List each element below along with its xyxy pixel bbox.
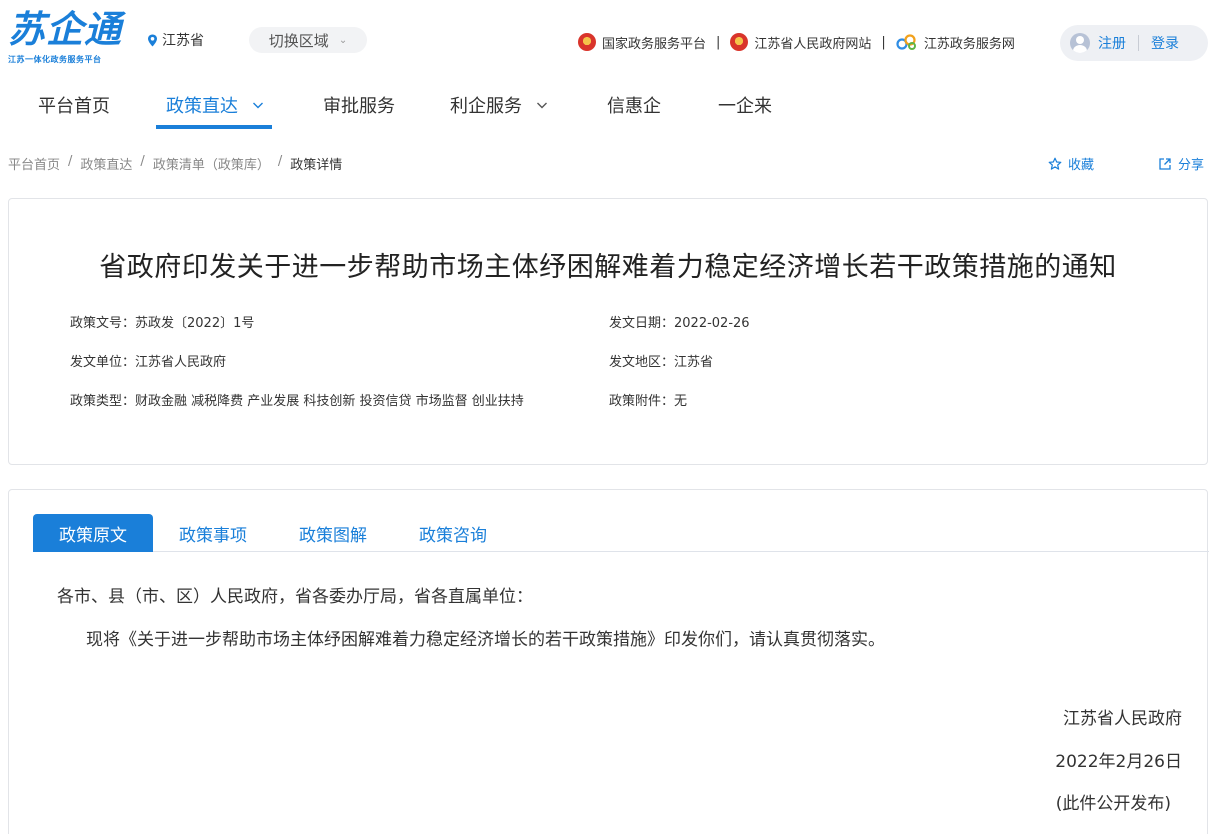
nav-item-home[interactable]: 平台首页 xyxy=(38,92,110,118)
link-separator: | xyxy=(881,34,886,50)
nav-item-approval[interactable]: 审批服务 xyxy=(323,92,395,118)
nav-label: 政策直达 xyxy=(166,96,238,117)
nav-item-policy[interactable]: 政策直达 xyxy=(166,92,264,118)
document-paragraph: 现将《关于进一步帮助市场主体纾困解难着力稳定经济增长的若干政策措施》印发你们，请… xyxy=(86,630,885,650)
chevron-down-icon: ⌄ xyxy=(338,34,348,46)
meta-value: 苏政发〔2022〕1号 xyxy=(135,316,255,331)
meta-value: 财政金融 减税降费 产业发展 科技创新 投资信贷 市场监督 创业扶持 xyxy=(135,394,524,409)
nav-label: 一企来 xyxy=(718,96,772,117)
auth-divider xyxy=(1138,35,1139,51)
national-emblem-icon xyxy=(730,33,749,51)
link-provincial-gov[interactable]: 江苏省人民政府网站 xyxy=(730,33,871,52)
policy-area: 发文地区：江苏省 xyxy=(609,351,713,370)
meta-label: 发文单位： xyxy=(70,355,136,370)
external-links: 国家政务服务平台 | 江苏省人民政府网站 | 江苏政务服务网 xyxy=(578,31,1015,53)
document-sign-date: 2022年2月26日 xyxy=(1055,752,1182,772)
nav-active-underline xyxy=(156,125,272,129)
share-button[interactable]: 分享 xyxy=(1158,154,1204,173)
star-icon xyxy=(1048,157,1062,170)
nav-item-xinhuiqi[interactable]: 信惠企 xyxy=(607,92,661,118)
tab-policy-items[interactable]: 政策事项 xyxy=(153,514,273,552)
link-label: 江苏省人民政府网站 xyxy=(754,36,872,52)
national-emblem-icon xyxy=(578,33,596,51)
chevron-down-icon xyxy=(253,102,263,109)
tab-label: 政策咨询 xyxy=(419,525,487,546)
tab-policy-consult[interactable]: 政策咨询 xyxy=(393,514,513,552)
link-separator: | xyxy=(716,34,721,50)
nav-label: 信惠企 xyxy=(607,96,661,117)
nav-item-yiqilai[interactable]: 一企来 xyxy=(718,92,772,118)
document-signature: 江苏省人民政府 xyxy=(1063,709,1182,729)
register-link[interactable]: 注册 xyxy=(1098,33,1126,53)
top-bar: 苏企通 江苏一体化政务服务平台 江苏省 切换区域 ⌄ 国家政务服务平台 | 江苏… xyxy=(0,0,1218,80)
breadcrumb-item-home[interactable]: 平台首页 xyxy=(8,154,60,173)
meta-value: 江苏省 xyxy=(674,355,714,370)
user-avatar-icon xyxy=(1070,33,1090,53)
breadcrumb-item-policy-list[interactable]: 政策清单（政策库） xyxy=(153,154,270,173)
tab-policy-original[interactable]: 政策原文 xyxy=(33,514,153,552)
link-label: 国家政务服务平台 xyxy=(602,36,707,52)
tab-label: 政策事项 xyxy=(179,525,247,546)
location-pin-icon xyxy=(148,34,157,46)
logo-subtitle: 江苏一体化政务服务平台 xyxy=(8,55,102,64)
policy-type: 政策类型：财政金融 减税降费 产业发展 科技创新 投资信贷 市场监督 创业扶持 xyxy=(70,390,524,409)
policy-content-card: 政策原文 政策事项 政策图解 政策咨询 各市、县（市、区）人民政府，省各委办厅局… xyxy=(8,489,1209,834)
nav-label: 平台首页 xyxy=(38,96,110,117)
favorite-label: 收藏 xyxy=(1068,158,1095,173)
meta-label: 政策类型： xyxy=(70,394,136,409)
link-label: 江苏政务服务网 xyxy=(923,36,1015,52)
nav-label: 利企服务 xyxy=(450,96,522,117)
breadcrumb-separator: / xyxy=(140,154,145,169)
current-region: 江苏省 xyxy=(147,30,204,50)
switch-region-label: 切换区域 xyxy=(268,31,329,50)
nav-label: 审批服务 xyxy=(323,96,395,117)
breadcrumb: 平台首页 / 政策直达 / 政策清单（政策库） / 政策详情 xyxy=(8,154,342,173)
switch-region-button[interactable]: 切换区域 ⌄ xyxy=(249,27,367,53)
gov-service-logo-icon xyxy=(896,34,916,50)
nav-item-enterprise-service[interactable]: 利企服务 xyxy=(450,92,548,118)
meta-label: 发文地区： xyxy=(609,355,675,370)
breadcrumb-item-policy[interactable]: 政策直达 xyxy=(80,154,132,173)
login-link[interactable]: 登录 xyxy=(1151,33,1179,53)
site-logo[interactable]: 苏企通 江苏一体化政务服务平台 xyxy=(8,8,130,66)
policy-doc-number: 政策文号：苏政发〔2022〕1号 xyxy=(70,312,254,331)
policy-issue-date: 发文日期：2022-02-26 xyxy=(609,312,750,331)
meta-value: 无 xyxy=(674,394,688,409)
link-jiangsu-gov-service[interactable]: 江苏政务服务网 xyxy=(896,33,1015,52)
breadcrumb-separator: / xyxy=(68,154,73,169)
breadcrumb-item-current: 政策详情 xyxy=(290,158,343,173)
share-icon xyxy=(1159,157,1171,170)
meta-label: 政策附件： xyxy=(609,394,675,409)
meta-value: 江苏省人民政府 xyxy=(135,355,227,370)
region-name: 江苏省 xyxy=(162,33,204,49)
favorite-button[interactable]: 收藏 xyxy=(1048,154,1094,173)
chevron-down-icon xyxy=(537,102,547,109)
breadcrumb-separator: / xyxy=(277,154,283,169)
meta-label: 政策文号： xyxy=(70,316,136,331)
meta-value: 2022-02-26 xyxy=(674,316,750,331)
content-tabs: 政策原文 政策事项 政策图解 政策咨询 xyxy=(33,514,1209,552)
policy-header-card: 省政府印发关于进一步帮助市场主体纾困解难着力稳定经济增长若干政策措施的通知 政策… xyxy=(8,198,1208,465)
tab-label: 政策原文 xyxy=(59,525,127,546)
tab-label: 政策图解 xyxy=(299,525,367,546)
logo-text: 苏企通 xyxy=(8,8,122,51)
share-label: 分享 xyxy=(1178,158,1205,173)
link-national-platform[interactable]: 国家政务服务平台 xyxy=(578,33,706,52)
policy-issuer: 发文单位：江苏省人民政府 xyxy=(70,351,226,370)
policy-attachment: 政策附件：无 xyxy=(609,390,687,409)
document-publish-note: (此件公开发布) xyxy=(1055,794,1171,814)
policy-title: 省政府印发关于进一步帮助市场主体纾困解难着力稳定经济增长若干政策措施的通知 xyxy=(99,252,1117,283)
auth-panel: 注册 登录 xyxy=(1060,25,1208,61)
main-nav: 平台首页 政策直达 审批服务 利企服务 信惠企 一企来 xyxy=(0,80,1218,130)
tab-policy-graphic[interactable]: 政策图解 xyxy=(273,514,393,552)
document-salutation: 各市、县（市、区）人民政府，省各委办厅局，省各直属单位： xyxy=(57,587,533,607)
meta-label: 发文日期： xyxy=(609,316,675,331)
